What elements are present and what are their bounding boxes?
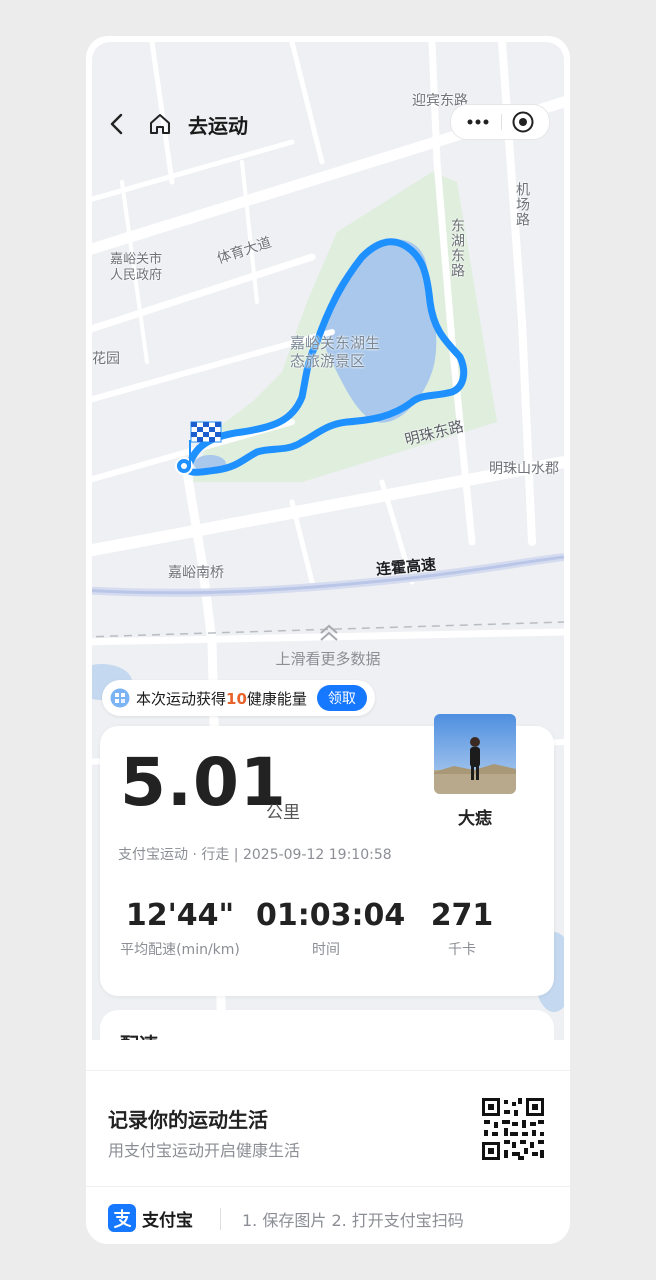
distance-value: 5.01 [120, 744, 287, 821]
swipe-hint[interactable]: 上滑看更多数据 [92, 648, 564, 669]
map-label-scenic: 嘉峪关东湖生 态旅游景区 [290, 334, 381, 370]
energy-icon [110, 688, 130, 708]
energy-banner: 本次运动获得10健康能量 领取 [102, 680, 375, 716]
calories-label: 千卡 [448, 942, 476, 958]
stat-calories: 271 千卡 [392, 898, 532, 959]
energy-amount: 10 [226, 689, 247, 708]
close-target-icon[interactable] [511, 110, 535, 134]
username: 大痣 [458, 809, 492, 829]
page-title: 去运动 [188, 114, 248, 138]
home-icon[interactable] [148, 112, 172, 136]
route-map[interactable]: 迎宾东路 机场路 东湖东路 体育大道 嘉峪关市 人民政府 嘉峪关东湖生 态旅游景… [92, 42, 564, 1076]
avatar[interactable] [434, 714, 516, 794]
claim-button[interactable]: 领取 [316, 685, 367, 711]
map-label-donghu-road: 东湖东路 [449, 218, 465, 278]
map-label-garden: 花园 [92, 351, 120, 367]
alipay-logo-icon [108, 1204, 136, 1232]
map-label-jichang-road: 机场路 [514, 182, 530, 227]
map-label-south-bridge: 嘉峪南桥 [168, 565, 224, 581]
share-footer: 记录你的运动生活 用支付宝运动开启健康生活 支付宝 1. 保存图片 2. 打开支… [86, 1040, 570, 1244]
map-label-mingzhu-water: 明珠山水郡 [489, 461, 559, 477]
qr-code [482, 1098, 544, 1160]
swipe-up-icon [320, 624, 338, 641]
duration-label: 时间 [312, 942, 340, 958]
map-label-govt: 嘉峪关市 人民政府 [110, 252, 163, 283]
pace-label: 平均配速(min/km) [120, 942, 240, 958]
pace-value: 12'44" [125, 898, 235, 933]
workout-meta: 支付宝运动 · 行走 | 2025-09-12 19:10:58 [118, 847, 392, 863]
footer-subtitle: 用支付宝运动开启健康生活 [108, 1141, 301, 1160]
brand-name: 支付宝 [142, 1211, 193, 1231]
duration-value: 01:03:04 [256, 898, 406, 933]
finish-flag-icon [190, 421, 222, 443]
back-arrow-icon[interactable] [106, 112, 128, 136]
more-icon[interactable] [465, 114, 491, 130]
avatar-photo [434, 714, 516, 794]
stat-pace: 12'44" 平均配速(min/km) [110, 898, 250, 959]
divider [86, 1186, 570, 1187]
calories-value: 271 [430, 898, 494, 933]
capsule-divider [501, 114, 502, 130]
divider [86, 1070, 570, 1071]
mini-app-capsule [450, 104, 550, 140]
share-card: 迎宾东路 机场路 东湖东路 体育大道 嘉峪关市 人民政府 嘉峪关东湖生 态旅游景… [86, 36, 570, 1244]
share-steps: 1. 保存图片 2. 打开支付宝扫码 [242, 1211, 464, 1230]
energy-prefix: 本次运动获得 [136, 689, 227, 708]
footer-title: 记录你的运动生活 [108, 1108, 268, 1132]
stat-duration: 01:03:04 时间 [256, 898, 406, 959]
summary-card: 5.01 公里 支付宝运动 · 行走 | 2025-09-12 19:10:58 [100, 714, 554, 996]
energy-text: 本次运动获得10健康能量 [136, 688, 307, 709]
nav-bar: 去运动 [92, 104, 564, 144]
distance-unit: 公里 [266, 803, 300, 823]
divider [220, 1208, 221, 1230]
energy-suffix: 健康能量 [246, 689, 307, 708]
